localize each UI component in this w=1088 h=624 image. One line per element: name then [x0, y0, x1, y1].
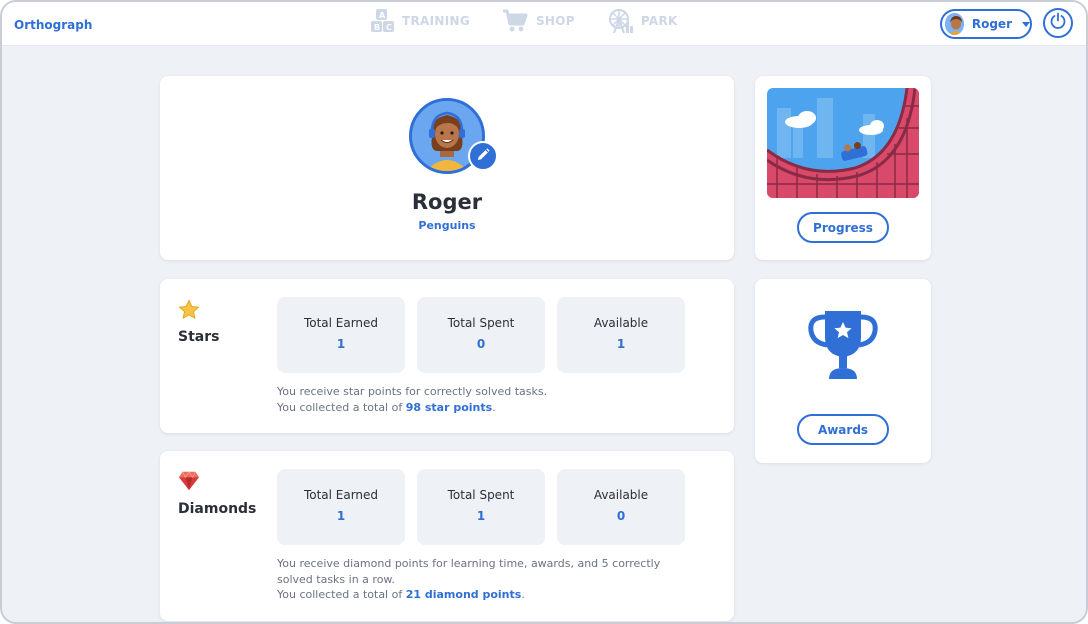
stars-earned-value: 1 [336, 337, 346, 351]
stars-desc-line2: You collected a total of 98 star points. [277, 400, 697, 416]
diamonds-earned-label: Total Earned [303, 488, 379, 502]
diamonds-description: You receive diamond points for learning … [277, 556, 697, 603]
diamonds-stats: Total Earned 1 Total Spent 1 Available 0 [277, 469, 685, 545]
profile-avatar [409, 98, 498, 174]
diamonds-available-box: Available 0 [557, 469, 685, 545]
user-menu-button[interactable]: Roger [940, 9, 1032, 39]
progress-card: Progress [755, 76, 931, 260]
stars-available-label: Available [593, 316, 649, 330]
svg-text:B: B [374, 23, 380, 32]
top-bar: Orthograph A B C TRAINING SHOP PARK Roge… [2, 2, 1086, 46]
main-nav: A B C TRAINING SHOP PARK [370, 8, 678, 34]
diamonds-card: Diamonds Total Earned 1 Total Spent 1 Av… [160, 451, 734, 621]
diamonds-desc-suffix: . [521, 588, 525, 601]
app-window: Orthograph A B C TRAINING SHOP PARK Roge… [0, 0, 1088, 624]
brand-logo[interactable]: Orthograph [14, 18, 92, 32]
stars-earned-label: Total Earned [303, 316, 379, 330]
abc-blocks-icon: A B C [370, 8, 394, 34]
trophy-icon [805, 307, 881, 387]
diamonds-available-label: Available [593, 488, 649, 502]
nav-shop-label: SHOP [535, 14, 575, 28]
user-avatar [945, 13, 964, 35]
stars-stats: Total Earned 1 Total Spent 0 Available 1 [277, 297, 685, 373]
nav-shop[interactable]: SHOP [502, 8, 575, 34]
stars-title: Stars [178, 329, 220, 345]
stars-desc-line1: You receive star points for correctly so… [277, 385, 548, 398]
diamonds-total-points: 21 diamond points [405, 588, 522, 601]
svg-text:C: C [386, 23, 392, 32]
diamond-icon [178, 471, 200, 495]
stars-card: Stars Total Earned 1 Total Spent 0 Avail… [160, 279, 734, 433]
cart-icon [502, 9, 528, 33]
diamonds-desc-line2: You collected a total of 21 diamond poin… [277, 587, 697, 603]
awards-button[interactable]: Awards [797, 414, 889, 445]
diamonds-spent-value: 1 [476, 509, 486, 523]
user-name: Roger [971, 17, 1012, 31]
svg-text:A: A [379, 11, 386, 20]
stars-spent-value: 0 [476, 337, 486, 351]
profile-team[interactable]: Penguins [160, 219, 734, 232]
stars-available-value: 1 [616, 337, 626, 351]
roller-coaster-image [767, 88, 919, 198]
awards-card: Awards [755, 279, 931, 463]
stars-desc-suffix: . [492, 400, 496, 414]
stars-earned-box: Total Earned 1 [277, 297, 405, 373]
diamonds-spent-box: Total Spent 1 [417, 469, 545, 545]
nav-training[interactable]: A B C TRAINING [370, 8, 470, 34]
nav-park-label: PARK [640, 14, 678, 28]
diamonds-spent-label: Total Spent [447, 488, 515, 502]
pencil-icon [476, 147, 490, 166]
power-icon [1049, 12, 1067, 34]
nav-park[interactable]: PARK [607, 8, 678, 34]
diamonds-earned-box: Total Earned 1 [277, 469, 405, 545]
stars-total-points: 98 star points [405, 400, 493, 414]
profile-name: Roger [411, 190, 483, 214]
profile-card: Roger Penguins [160, 76, 734, 260]
nav-training-label: TRAINING [402, 14, 470, 28]
stars-spent-box: Total Spent 0 [417, 297, 545, 373]
progress-button[interactable]: Progress [797, 212, 889, 243]
stars-description: You receive star points for correctly so… [277, 384, 697, 415]
ferris-wheel-icon [607, 8, 633, 34]
logout-button[interactable] [1043, 8, 1073, 38]
stars-available-box: Available 1 [557, 297, 685, 373]
diamonds-desc-prefix: You collected a total of [277, 588, 406, 601]
star-icon [178, 299, 200, 325]
stars-desc-prefix: You collected a total of [277, 400, 406, 414]
diamonds-desc-line1: You receive diamond points for learning … [277, 557, 661, 586]
diamonds-earned-value: 1 [336, 509, 346, 523]
diamonds-available-value: 0 [616, 509, 626, 523]
diamonds-title: Diamonds [178, 501, 257, 517]
stars-spent-label: Total Spent [447, 316, 515, 330]
chevron-down-icon [1022, 21, 1030, 27]
edit-avatar-button[interactable] [468, 141, 498, 171]
